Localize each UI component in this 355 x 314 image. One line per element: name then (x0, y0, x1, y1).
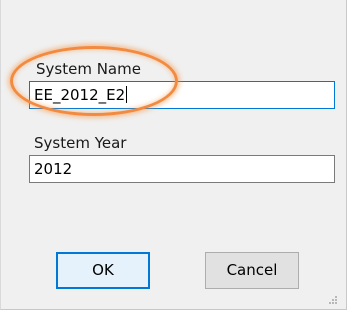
system-year-input[interactable]: 2012 (29, 155, 335, 183)
resize-grip-icon[interactable] (327, 294, 337, 304)
system-year-value: 2012 (34, 160, 73, 178)
system-year-label: System Year (34, 134, 127, 152)
system-name-input[interactable]: EE_2012_E2 (29, 81, 335, 109)
system-name-value: EE_2012_E2 (34, 86, 126, 104)
cancel-button[interactable]: Cancel (205, 252, 299, 289)
system-name-label: System Name (36, 60, 141, 78)
text-caret (126, 86, 128, 103)
system-dialog: System Name EE_2012_E2 System Year 2012 … (0, 0, 347, 310)
ok-button[interactable]: OK (56, 252, 150, 289)
